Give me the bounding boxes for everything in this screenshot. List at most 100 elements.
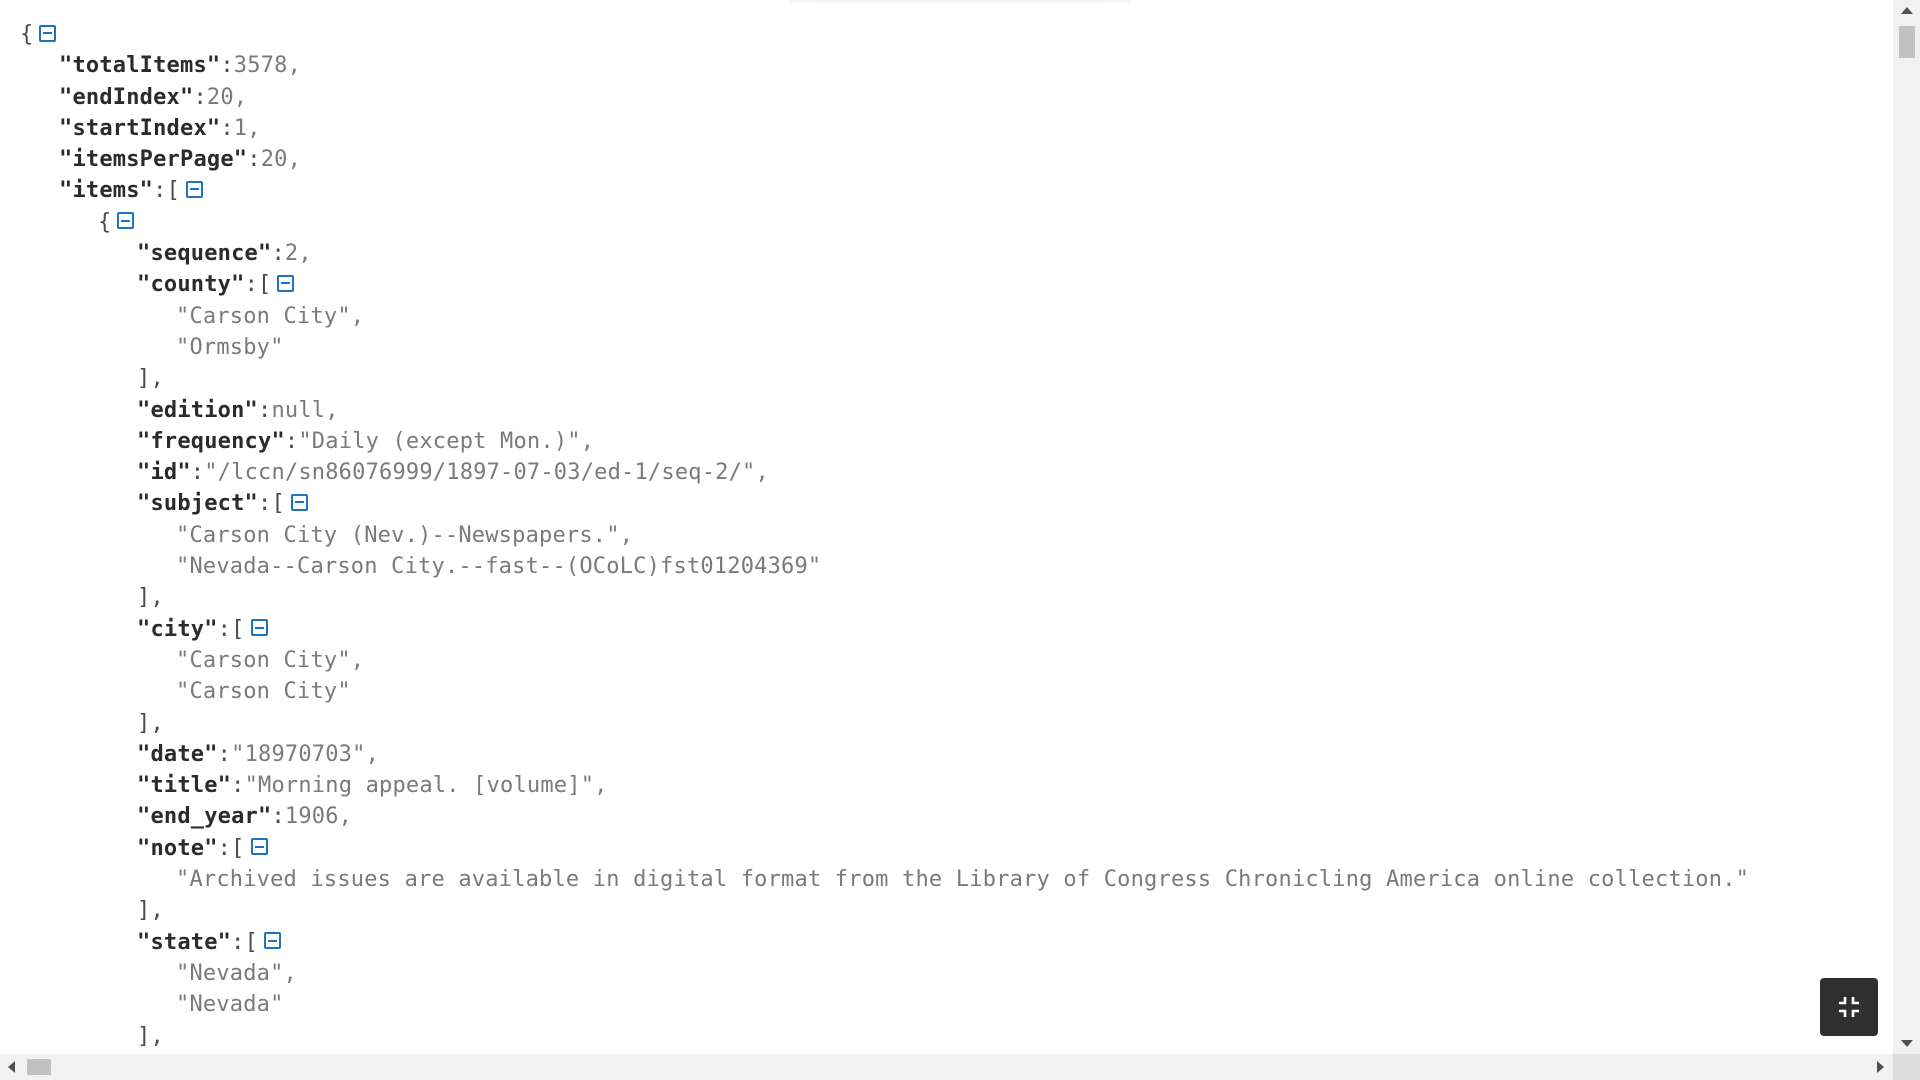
json-colon: :: [271, 241, 285, 267]
json-key: "items": [59, 178, 154, 204]
json-line: "Nevada--Carson City.--fast--(OCoLC)fst0…: [0, 551, 1893, 582]
json-colon: :: [258, 491, 272, 517]
json-key: "id": [137, 460, 191, 486]
json-line: "title":"Morning appeal. [volume]",: [0, 770, 1893, 801]
json-line: "edition":null,: [0, 395, 1893, 426]
exit-fullscreen-icon: [1839, 997, 1859, 1017]
json-value: [: [231, 616, 245, 642]
json-key: "totalItems": [59, 53, 221, 79]
json-value: ],: [137, 1023, 164, 1049]
exit-fullscreen-button[interactable]: [1820, 978, 1878, 1036]
scrollbar-corner: [1893, 1054, 1920, 1080]
json-value: null,: [271, 397, 339, 423]
json-key: "itemsPerPage": [59, 147, 248, 173]
json-key: "edition": [137, 397, 259, 423]
scroll-left-arrow-icon[interactable]: [8, 1061, 15, 1073]
json-line: "city":[: [0, 614, 1893, 645]
json-line: "endIndex":20,: [0, 82, 1893, 113]
json-colon: :: [220, 53, 234, 79]
json-line: "Carson City",: [0, 645, 1893, 676]
json-value: "Nevada--Carson City.--fast--(OCoLC)fst0…: [176, 554, 822, 580]
json-key: "date": [137, 741, 218, 767]
json-value: 20,: [206, 84, 248, 110]
json-value: "Carson City (Nev.)--Newspapers.",: [176, 522, 634, 548]
json-key: "endIndex": [59, 84, 194, 110]
minus-square-icon[interactable]: [39, 24, 57, 42]
json-key: "frequency": [137, 428, 285, 454]
minus-square-icon[interactable]: [250, 619, 268, 637]
json-line: ],: [0, 708, 1893, 739]
json-line: "end_year":1906,: [0, 801, 1893, 832]
json-value: 3578,: [233, 53, 302, 79]
json-value: {: [98, 209, 112, 235]
json-line: "Carson City": [0, 676, 1893, 707]
json-line: "Carson City (Nev.)--Newspapers.",: [0, 520, 1893, 551]
json-line: {: [0, 207, 1893, 238]
json-colon: :: [217, 835, 232, 861]
json-value: 2,: [284, 241, 312, 267]
json-line: "subject":[: [0, 488, 1893, 519]
json-line: "Nevada",: [0, 958, 1893, 989]
json-value: ],: [137, 585, 164, 611]
json-colon: :: [231, 929, 245, 955]
json-key: "state": [137, 929, 232, 955]
json-colon: :: [244, 272, 259, 298]
json-line: "totalItems":3578,: [0, 50, 1893, 81]
json-colon: :: [271, 804, 285, 830]
json-value: [: [258, 272, 272, 298]
json-value: {: [20, 22, 34, 47]
json-line: "date":"18970703",: [0, 739, 1893, 770]
json-key: "subject": [137, 491, 259, 517]
json-colon: :: [258, 397, 272, 423]
json-value: "/lccn/sn86076999/1897-07-03/ed-1/seq-2/…: [204, 460, 769, 486]
vertical-scroll-thumb[interactable]: [1899, 26, 1915, 58]
json-line: ],: [0, 363, 1893, 394]
horizontal-scroll-thumb[interactable]: [27, 1059, 51, 1075]
json-lines: {"totalItems":3578, "endIndex":20, "startI…: [0, 19, 1893, 1052]
json-line: "state":[: [0, 927, 1893, 958]
json-colon: :: [190, 460, 205, 486]
json-colon: :: [193, 84, 207, 110]
json-line: "Ormsby": [0, 332, 1893, 363]
json-key: "title": [137, 773, 232, 799]
json-line: ],: [0, 1021, 1893, 1052]
json-value: ],: [137, 366, 164, 392]
minus-square-icon[interactable]: [250, 838, 268, 856]
minus-square-icon[interactable]: [186, 180, 204, 198]
scroll-down-arrow-icon[interactable]: [1901, 1040, 1913, 1047]
minus-square-icon[interactable]: [117, 212, 135, 230]
json-line: "county":[: [0, 269, 1893, 300]
json-colon: :: [247, 147, 261, 173]
json-key: "note": [137, 835, 218, 861]
json-line: "note":[: [0, 833, 1893, 864]
json-key: "county": [137, 272, 245, 298]
json-key: "startIndex": [59, 115, 221, 141]
json-value: "Carson City": [176, 679, 351, 705]
json-value: 20,: [260, 147, 302, 173]
json-value: "Archived issues are available in digita…: [176, 867, 1750, 893]
json-key: "end_year": [137, 804, 272, 830]
json-line: "frequency":"Daily (except Mon.)",: [0, 426, 1893, 457]
json-colon: :: [217, 616, 232, 642]
json-line: ],: [0, 582, 1893, 613]
vertical-scrollbar[interactable]: [1893, 0, 1920, 1054]
json-viewer: {"totalItems":3578, "endIndex":20, "startI…: [0, 0, 1893, 1054]
json-line: {: [0, 19, 1893, 50]
json-value: 1,: [233, 115, 261, 141]
minus-square-icon[interactable]: [264, 932, 282, 950]
json-key: "city": [137, 616, 218, 642]
json-colon: :: [284, 428, 299, 454]
json-value: "Carson City",: [176, 303, 365, 329]
json-value: "Nevada",: [176, 960, 298, 986]
json-value: "Morning appeal. [volume]",: [244, 773, 608, 799]
json-line: "itemsPerPage":20,: [0, 144, 1893, 175]
horizontal-scrollbar[interactable]: [0, 1054, 1893, 1080]
minus-square-icon[interactable]: [290, 493, 308, 511]
json-value: "18970703",: [231, 741, 380, 767]
scroll-right-arrow-icon[interactable]: [1877, 1061, 1884, 1073]
json-colon: :: [220, 115, 234, 141]
scroll-up-arrow-icon[interactable]: [1901, 7, 1913, 14]
minus-square-icon[interactable]: [277, 274, 295, 292]
json-value: [: [244, 929, 259, 955]
json-colon: :: [231, 773, 245, 799]
